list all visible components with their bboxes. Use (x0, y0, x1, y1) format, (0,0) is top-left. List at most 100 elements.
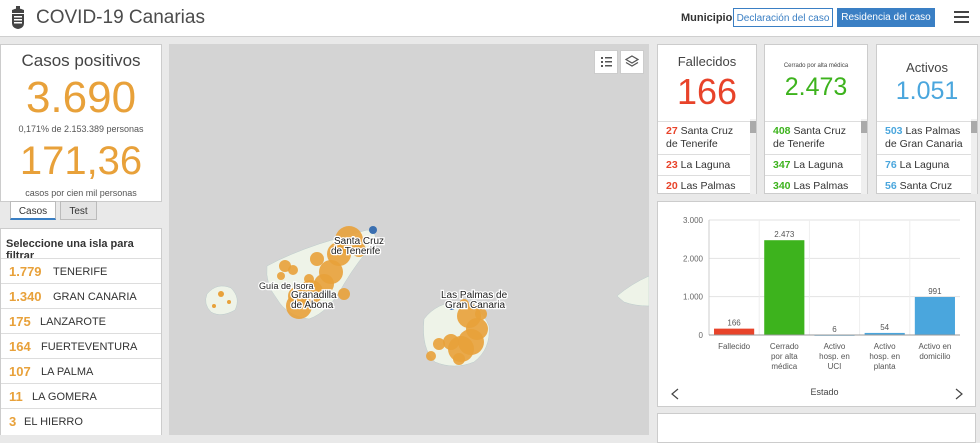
bar-value-label: 991 (928, 287, 942, 296)
island-count: 1.340 (9, 289, 42, 304)
bar-value-label: 6 (832, 325, 837, 334)
island-la-gomera[interactable] (205, 285, 238, 315)
row-name-line2: de Tenerife (773, 138, 825, 150)
casos-value: 3.690 (25, 73, 137, 122)
bar-5[interactable] (914, 297, 955, 335)
island-count: 3 (9, 414, 17, 429)
activos-title: Activos (906, 60, 948, 75)
row-count: 340 (773, 180, 791, 192)
tab-test[interactable]: Test (60, 201, 97, 220)
map-canvas[interactable]: Santa Cruz de Tenerife Guía de Isora Gra… (169, 44, 649, 435)
chevron-right-icon[interactable] (955, 388, 963, 400)
legend-list-icon (601, 57, 612, 67)
row-name-line2: de Tenerife (666, 138, 718, 150)
map-label: de Tenerife (331, 246, 381, 257)
bar-value-label: 54 (880, 323, 889, 332)
row-count: 76 (885, 159, 897, 171)
estado-chart-panel: 0 1.000 2.000 3.000 166 Fallecido 2.473 Cerrado… (657, 201, 976, 407)
row-name: La Laguna (793, 159, 844, 171)
list-item[interactable]: 56 Santa Cruz (877, 175, 977, 194)
bar-value-label: 2.473 (774, 230, 795, 239)
map-view[interactable]: Santa Cruz de Tenerife Guía de Isora Gra… (169, 44, 649, 435)
chevron-left-icon[interactable] (671, 388, 679, 400)
municipio-label: Municipio (681, 12, 733, 24)
x-tick-label: Activo (874, 342, 896, 351)
row-count: 408 (773, 125, 791, 137)
island-name: GRAN CANARIA (53, 291, 137, 303)
x-tick-label: Cerrado (770, 342, 799, 351)
layers-icon (624, 55, 640, 67)
list-item[interactable]: 1.340 GRAN CANARIA (1, 283, 161, 309)
island-name: FUERTEVENTURA (41, 341, 138, 353)
bar-2[interactable] (764, 240, 805, 335)
list-item[interactable]: 11 LA GOMERA (1, 383, 161, 409)
y-tick-label: 2.000 (683, 254, 704, 263)
row-name: Las Palmas (905, 125, 961, 137)
list-item[interactable]: 408 Santa Cruz de Tenerife (765, 121, 867, 154)
list-item[interactable]: 347 La Laguna (765, 154, 867, 175)
island-name: EL HIERRO (24, 416, 83, 428)
island-count: 175 (9, 314, 31, 329)
fallecidos-panel: Fallecidos 166 27 Santa Cruz de Tenerife … (657, 44, 757, 194)
list-item[interactable]: 3 EL HIERRO (1, 408, 161, 434)
tab-casos[interactable]: Casos (10, 201, 56, 220)
app-header: COVID-19 Canarias Municipio Declaración … (0, 0, 980, 37)
island-count: 107 (9, 364, 31, 379)
list-item[interactable]: 107 LA PALMA (1, 358, 161, 384)
bar-value-label: 166 (727, 319, 741, 328)
fallecidos-value: 166 (676, 71, 738, 112)
x-axis-title: Estado (810, 387, 838, 397)
row-count: 347 (773, 159, 791, 171)
island-count: 164 (9, 339, 31, 354)
list-item[interactable]: 175 LANZAROTE (1, 308, 161, 334)
activos-value: 1.051 (895, 77, 959, 105)
x-tick-label: hosp. en (819, 352, 850, 361)
coat-of-arms-icon (12, 6, 24, 29)
list-item[interactable]: 503 Las Palmas de Gran Canaria (877, 121, 977, 154)
row-name: La Laguna (899, 159, 950, 171)
scrollbar[interactable] (750, 119, 756, 194)
row-name: Las Palmas (793, 180, 849, 192)
island-fuerteventura[interactable] (616, 275, 649, 307)
list-item[interactable]: 76 La Laguna (877, 154, 977, 175)
cerrados-panel: Cerrado por alta médica 2.473 408 Santa … (764, 44, 868, 194)
rate-label: casos por cien mil personas (25, 188, 137, 198)
app-title: COVID-19 Canarias (36, 7, 205, 28)
scrollbar[interactable] (861, 119, 867, 194)
list-item[interactable]: 1.779 TENERIFE (1, 258, 161, 284)
island-name: TENERIFE (53, 266, 108, 278)
x-tick-label: Fallecido (718, 342, 751, 351)
bar-1[interactable] (714, 328, 755, 335)
bottom-panel (657, 413, 976, 443)
x-tick-label: por alta (771, 352, 798, 361)
layers-button[interactable] (620, 50, 644, 74)
row-name: Santa Cruz (793, 125, 846, 137)
list-item[interactable]: 340 Las Palmas (765, 175, 867, 194)
fallecidos-title: Fallecidos (677, 54, 737, 69)
legend-list-button[interactable] (594, 50, 618, 74)
declaracion-button[interactable]: Declaración del caso (733, 8, 833, 27)
row-name: Santa Cruz (899, 180, 953, 192)
scrollbar[interactable] (971, 119, 977, 194)
x-tick-label: médica (771, 362, 797, 371)
residencia-button[interactable]: Residencia del caso (837, 8, 935, 27)
x-tick-label: planta (874, 362, 896, 371)
list-item[interactable]: 27 Santa Cruz de Tenerife (658, 121, 756, 154)
row-count: 23 (666, 159, 678, 171)
list-item[interactable]: 23 La Laguna (658, 154, 756, 175)
island-list-panel: Seleccione una isla para filtrar 1.779 TE… (0, 228, 162, 435)
hamburger-menu-icon[interactable] (954, 11, 969, 24)
list-item[interactable]: 164 FUERTEVENTURA (1, 333, 161, 359)
island-name: LANZAROTE (40, 316, 107, 328)
row-name: Santa Cruz (680, 125, 734, 137)
cerrados-title: Cerrado por alta médica (783, 63, 849, 69)
island-count: 1.779 (9, 264, 42, 279)
casos-title: Casos positivos (21, 51, 141, 70)
x-tick-label: Activo (824, 342, 846, 351)
row-count: 503 (885, 125, 903, 137)
cerrados-value: 2.473 (784, 73, 848, 101)
row-name-line2: de Gran Canaria (885, 138, 963, 150)
x-tick-label: domicilio (919, 352, 951, 361)
list-item[interactable]: 20 Las Palmas (658, 175, 756, 194)
row-name: La Laguna (680, 159, 731, 171)
